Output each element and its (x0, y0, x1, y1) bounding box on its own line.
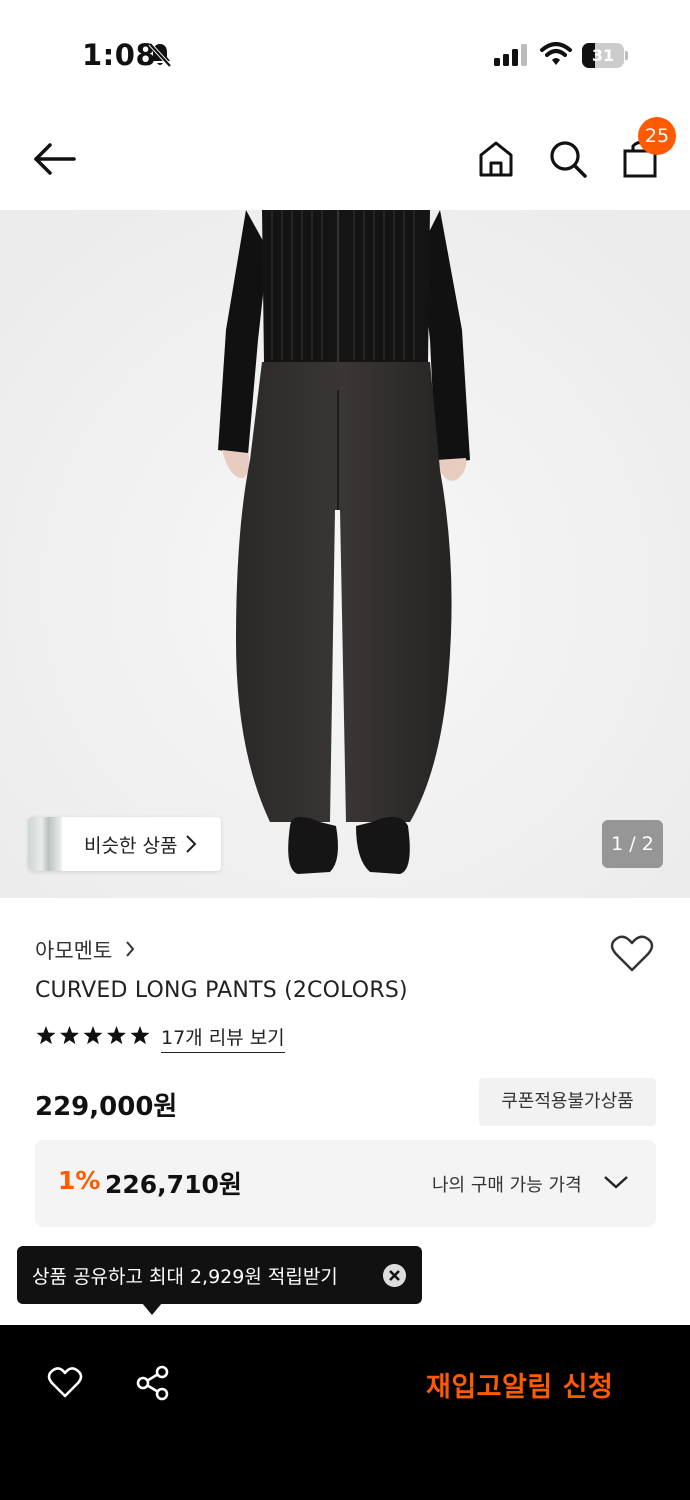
share-reward-tooltip: 상품 공유하고 최대 2,929원 적립받기 (17, 1246, 422, 1304)
cart-count-badge: 25 (638, 117, 676, 155)
star-icon (83, 1026, 103, 1045)
chevron-right-icon (126, 941, 135, 957)
coupon-badge: 쿠폰적용불가상품 (479, 1078, 656, 1126)
heart-outline-icon[interactable] (610, 934, 654, 974)
share-icon[interactable] (135, 1364, 171, 1402)
brand-link[interactable]: 아모멘토 (35, 935, 112, 965)
product-name: CURVED LONG PANTS (2COLORS) (35, 978, 408, 1003)
home-icon[interactable] (476, 138, 516, 180)
star-icon (106, 1026, 127, 1045)
discount-price: 226,710원 (105, 1170, 242, 1199)
review-link[interactable]: 17개 리뷰 보기 (161, 1023, 285, 1053)
status-bar: 1:08 31 (0, 0, 690, 110)
similar-product-thumbnail (28, 817, 62, 871)
bottom-action-bar (0, 1325, 690, 1500)
heart-outline-icon[interactable] (47, 1366, 83, 1400)
bell-off-icon (148, 42, 172, 68)
product-price: 229,000원 (35, 1092, 178, 1122)
back-arrow-icon[interactable] (30, 138, 78, 180)
discount-rate: 1% (58, 1166, 101, 1195)
my-price-dropdown[interactable]: 1% 226,710원 나의 구매 가능 가격 (35, 1140, 656, 1227)
product-photo (0, 210, 690, 898)
tooltip-text: 상품 공유하고 최대 2,929원 적립받기 (32, 1266, 338, 1288)
wifi-icon (540, 42, 572, 65)
star-icon (36, 1026, 56, 1045)
signal-icon (494, 44, 527, 66)
product-image[interactable] (0, 210, 690, 898)
battery-level: 31 (591, 46, 615, 65)
image-page-indicator: 1 / 2 (602, 820, 663, 868)
restock-alert-button[interactable]: 재입고알림 신청 (426, 1365, 613, 1404)
my-price-label: 나의 구매 가능 가격 (432, 1175, 582, 1196)
status-time: 1:08 (82, 38, 157, 72)
header (0, 110, 690, 210)
similar-products-label: 비슷한 상품 (84, 835, 178, 857)
close-icon[interactable] (383, 1264, 406, 1287)
star-icon (130, 1026, 150, 1045)
search-icon[interactable] (546, 138, 590, 180)
chevron-right-icon (186, 835, 197, 853)
tooltip-pointer (142, 1303, 162, 1315)
star-icon (59, 1026, 80, 1045)
rating-stars (36, 1026, 150, 1045)
chevron-down-icon (604, 1176, 628, 1189)
battery-icon: 31 (582, 43, 628, 68)
